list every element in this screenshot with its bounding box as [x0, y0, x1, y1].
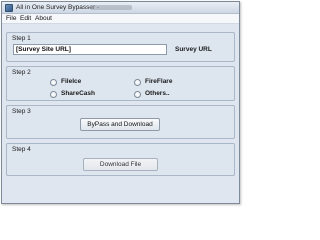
- app-icon: [5, 4, 13, 12]
- radio-fireflare[interactable]: FireFlare: [134, 78, 172, 86]
- app-window: All in One Survey Bypasser - File Edit A…: [1, 1, 240, 204]
- window-title: All in One Survey Bypasser -: [16, 4, 100, 11]
- menu-bar: File Edit About: [2, 14, 239, 24]
- step2-label: Step 2: [12, 69, 31, 76]
- radio-fileice[interactable]: FileIce: [50, 78, 81, 86]
- title-bar[interactable]: All in One Survey Bypasser -: [2, 2, 239, 14]
- step4-group: Step 4 Download File: [6, 143, 235, 176]
- bypass-download-button[interactable]: ByPass and Download: [80, 118, 160, 131]
- step1-group: Step 1 Survey URL: [6, 32, 235, 62]
- radio-sharecash[interactable]: ShareCash: [50, 90, 95, 98]
- download-file-button[interactable]: Download File: [83, 158, 158, 171]
- radio-button[interactable]: [134, 78, 141, 86]
- redacted-title-text: [90, 5, 132, 10]
- menu-file[interactable]: File: [6, 15, 16, 23]
- radio-label-fireflare: FireFlare: [145, 78, 173, 85]
- radio-label-sharecash: ShareCash: [61, 90, 95, 97]
- step2-group: Step 2 FileIce FireFlare ShareCash Other…: [6, 66, 235, 101]
- radio-button[interactable]: [50, 90, 57, 98]
- radio-others[interactable]: Others..: [134, 90, 170, 98]
- radio-button[interactable]: [134, 90, 141, 98]
- menu-about[interactable]: About: [35, 15, 52, 23]
- radio-button[interactable]: [50, 78, 57, 86]
- radio-label-fileice: FileIce: [61, 78, 82, 85]
- step4-label: Step 4: [12, 146, 31, 153]
- survey-url-label: Survey URL: [175, 46, 212, 53]
- step1-label: Step 1: [12, 35, 31, 42]
- menu-edit[interactable]: Edit: [20, 15, 31, 23]
- radio-label-others: Others..: [145, 90, 170, 97]
- step3-group: Step 3 ByPass and Download: [6, 105, 235, 139]
- step3-label: Step 3: [12, 108, 31, 115]
- survey-url-input[interactable]: [13, 44, 167, 55]
